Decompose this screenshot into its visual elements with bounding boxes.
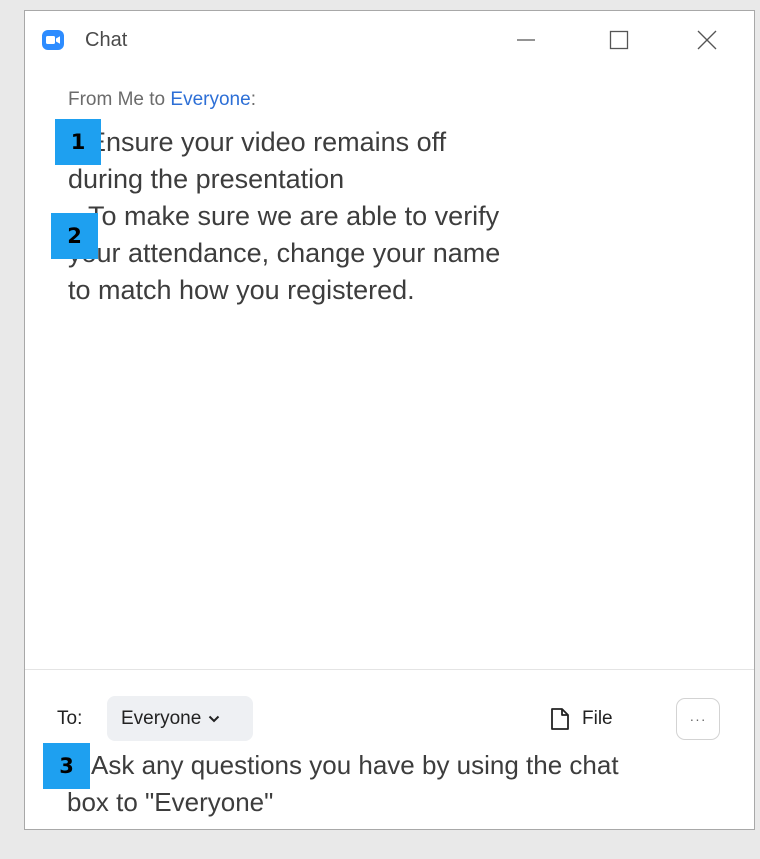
file-icon bbox=[551, 708, 569, 730]
close-button[interactable] bbox=[690, 25, 724, 55]
recipient-link[interactable]: Everyone bbox=[170, 89, 250, 110]
zoom-camera-icon bbox=[42, 30, 64, 50]
sender-prefix: From Me to bbox=[68, 89, 171, 110]
file-button-label: File bbox=[582, 708, 613, 729]
annotation-marker-2: 2 bbox=[51, 213, 98, 259]
window-title: Chat bbox=[85, 29, 128, 51]
message-list: From Me to Everyone: Ensure your video r… bbox=[25, 71, 754, 669]
message-line: during the presentation bbox=[68, 164, 345, 194]
more-options-button[interactable]: ··· bbox=[676, 698, 720, 740]
maximize-button[interactable] bbox=[602, 25, 636, 55]
message-line: to match how you registered. bbox=[68, 275, 415, 305]
compose-toolbar: To: Everyone File ··· bbox=[25, 691, 754, 741]
more-options-icon: ··· bbox=[689, 711, 707, 727]
close-icon bbox=[697, 30, 717, 50]
minimize-icon bbox=[517, 39, 535, 41]
message-line: your attendance, change your name bbox=[68, 238, 501, 268]
message-line: To make sure we are able to verify bbox=[88, 201, 500, 231]
sender-suffix: : bbox=[250, 89, 256, 110]
recipient-dropdown[interactable]: Everyone bbox=[107, 696, 253, 741]
annotation-marker-3: 3 bbox=[43, 743, 90, 789]
chevron-down-icon bbox=[208, 715, 220, 723]
minimize-button[interactable] bbox=[509, 25, 543, 55]
recipient-dropdown-value: Everyone bbox=[121, 707, 202, 729]
file-button[interactable]: File bbox=[550, 701, 613, 737]
maximize-icon bbox=[609, 30, 629, 50]
message-body: Ensure your video remains off during the… bbox=[68, 124, 658, 309]
chat-window: Chat From Me to Everyone: Ensure your vi… bbox=[24, 10, 755, 830]
chat-message-input[interactable]: Ask any questions you have by using the … bbox=[67, 747, 731, 823]
message-sender-line: From Me to Everyone: bbox=[68, 89, 256, 111]
title-bar: Chat bbox=[25, 11, 754, 71]
compose-divider bbox=[25, 669, 754, 670]
annotation-marker-1: 1 bbox=[55, 119, 101, 165]
input-line: Ask any questions you have by using the … bbox=[91, 750, 619, 780]
input-line: box to "Everyone" bbox=[67, 787, 274, 817]
to-label: To: bbox=[57, 708, 83, 729]
message-line: Ensure your video remains off bbox=[88, 127, 447, 157]
